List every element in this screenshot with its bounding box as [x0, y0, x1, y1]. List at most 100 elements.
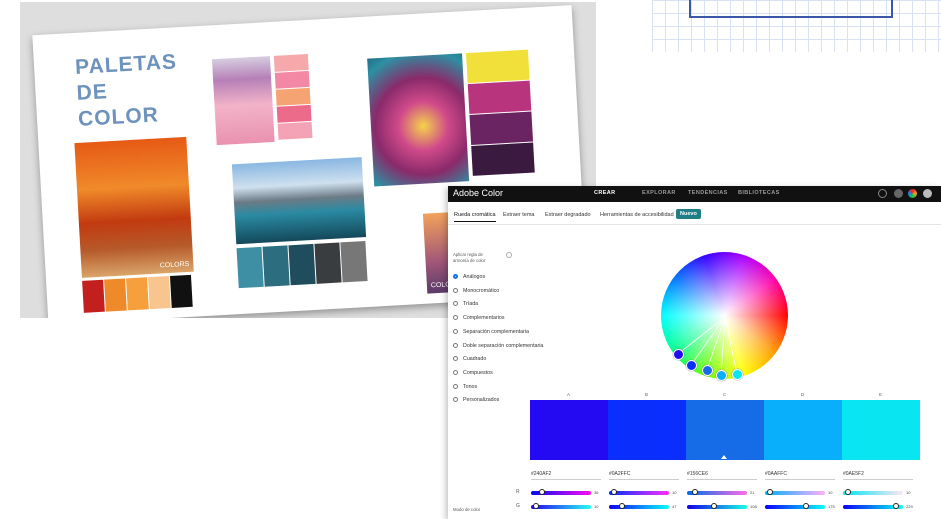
color-swatch[interactable] — [608, 400, 686, 460]
lake-palette — [32, 5, 571, 289]
palette-swatch — [274, 70, 310, 89]
app-switcher-icon[interactable] — [894, 189, 903, 198]
radio-icon[interactable] — [453, 315, 458, 321]
palette-swatch — [277, 121, 313, 140]
r-channel-slider[interactable] — [765, 489, 825, 495]
nav-explorar[interactable]: EXPLORAR — [642, 190, 676, 196]
color-swatch[interactable] — [842, 400, 920, 460]
g-channel-slider[interactable] — [843, 503, 903, 509]
harmony-rule-option[interactable]: Cuadrado — [453, 355, 486, 363]
hex-input[interactable]: #156CE6 — [687, 471, 757, 480]
harmony-rule-option[interactable]: Complementarios — [453, 314, 505, 322]
tab-extract-theme[interactable]: Extraer tema — [503, 212, 534, 218]
tab-color-wheel[interactable]: Rueda cromática — [454, 212, 496, 222]
color-wheel-icon[interactable] — [908, 189, 917, 198]
slider-knob[interactable] — [691, 489, 698, 495]
r-channel-slider[interactable] — [609, 489, 669, 495]
palette-swatch — [236, 246, 264, 289]
color-swatch[interactable] — [530, 400, 608, 460]
app-logo-text[interactable]: Adobe Color — [453, 188, 503, 198]
slider-knob[interactable] — [845, 489, 852, 495]
g-channel-value[interactable]: 108 — [750, 504, 757, 509]
palette-swatch — [126, 277, 149, 311]
hex-input[interactable]: #0A2FFC — [609, 471, 679, 480]
slider-knob[interactable] — [803, 503, 810, 509]
slider-knob[interactable] — [767, 489, 774, 495]
harmony-rule-option[interactable]: Personalizados — [453, 396, 499, 404]
settings-icon[interactable] — [878, 189, 887, 198]
harmony-rule-label: Doble separación complementaria — [463, 342, 544, 349]
harmony-rule-option[interactable]: Monocromático — [453, 287, 499, 295]
tab-accessibility-tools[interactable]: Herramientas de accesibilidad — [600, 212, 674, 218]
r-channel-value[interactable]: 10 — [906, 490, 910, 495]
harmony-rule-option[interactable]: Separación complementaria — [453, 328, 529, 336]
harmony-rule-label: Aplicar regla de armonía de color — [453, 252, 486, 263]
wheel-handle[interactable] — [715, 369, 727, 381]
g-channel-slider[interactable] — [765, 503, 825, 509]
hex-input[interactable]: #0AAFFC — [765, 471, 835, 480]
radio-icon[interactable] — [453, 383, 458, 389]
r-channel-slider[interactable] — [531, 489, 591, 495]
help-icon[interactable] — [923, 189, 932, 198]
base-color-marker-icon — [721, 455, 727, 459]
r-channel-slider[interactable] — [843, 489, 903, 495]
nav-crear[interactable]: CREAR — [594, 190, 616, 196]
g-channel-value[interactable]: 175 — [828, 504, 835, 509]
info-icon[interactable] — [506, 252, 512, 258]
nav-tendencias[interactable]: TENDENCIAS — [688, 190, 728, 196]
radio-icon[interactable] — [453, 301, 458, 307]
radio-icon[interactable] — [453, 397, 458, 403]
radio-icon[interactable] — [453, 287, 458, 293]
r-channel-value[interactable]: 10 — [828, 490, 832, 495]
r-channel-value[interactable]: 36 — [594, 490, 598, 495]
nav-bibliotecas[interactable]: BIBLIOTECAS — [738, 190, 780, 196]
radio-icon[interactable] — [453, 328, 458, 334]
top-nav-bar: Adobe Color CREAR EXPLORAR TENDENCIAS BI… — [448, 186, 941, 202]
hex-input[interactable]: #240AF2 — [531, 471, 601, 480]
g-channel-slider[interactable] — [609, 503, 669, 509]
channel-label: G — [516, 503, 520, 509]
swatch-letter-label: D — [800, 392, 805, 397]
r-channel-value[interactable]: 10 — [672, 490, 676, 495]
tab-extract-gradient[interactable]: Extraer degradado — [545, 212, 591, 218]
radio-icon[interactable] — [453, 342, 458, 348]
g-channel-value[interactable]: 229 — [906, 504, 913, 509]
slider-knob[interactable] — [893, 503, 900, 509]
swatch-letter-label: C — [722, 392, 727, 397]
r-channel-slider[interactable] — [687, 489, 747, 495]
g-channel-value[interactable]: 10 — [594, 504, 598, 509]
palette-swatch — [276, 104, 312, 123]
g-channel-slider[interactable] — [687, 503, 747, 509]
autumn-palette — [32, 5, 571, 313]
slider-knob[interactable] — [538, 489, 545, 495]
color-wheel[interactable] — [661, 252, 788, 379]
color-swatch[interactable] — [686, 400, 764, 460]
palette-swatch — [314, 242, 342, 284]
pink-hat-photo — [211, 56, 275, 146]
r-channel-value[interactable]: 21 — [750, 490, 754, 495]
hex-input[interactable]: #0AE5F2 — [843, 471, 913, 480]
radio-selected-icon[interactable] — [453, 274, 458, 280]
palette-swatch — [288, 243, 316, 286]
g-channel-value[interactable]: 47 — [672, 504, 676, 509]
harmony-rule-option[interactable]: Análogos — [453, 273, 485, 281]
harmony-rule-option[interactable]: Tonos — [453, 383, 477, 391]
palette-swatch — [467, 80, 532, 115]
wheel-handle[interactable] — [731, 368, 743, 380]
radio-icon[interactable] — [453, 356, 458, 362]
g-channel-slider[interactable] — [531, 503, 591, 509]
harmony-rule-label: Compuestos — [463, 369, 493, 376]
harmony-rule-option[interactable]: Compuestos — [453, 369, 493, 377]
slider-knob[interactable] — [710, 503, 717, 509]
radio-icon[interactable] — [453, 369, 458, 375]
slider-knob[interactable] — [619, 503, 626, 509]
harmony-rule-option[interactable]: Tríada — [453, 300, 478, 308]
wheel-handle[interactable] — [701, 364, 713, 376]
palette-swatch — [148, 276, 171, 310]
slider-knob[interactable] — [611, 489, 618, 495]
color-swatch[interactable] — [764, 400, 842, 460]
slider-knob[interactable] — [533, 503, 540, 509]
harmony-rule-option[interactable]: Doble separación complementaria — [453, 342, 543, 350]
wheel-handle[interactable] — [685, 359, 697, 371]
wheel-handle[interactable] — [672, 348, 684, 360]
